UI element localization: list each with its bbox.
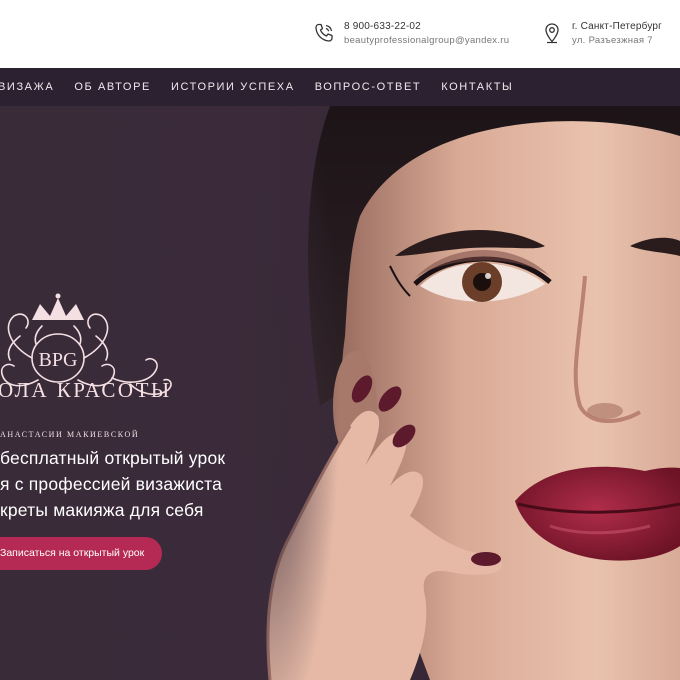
map-pin-icon	[545, 23, 559, 44]
brand-title: ОЛА КРАСОТЫ	[0, 378, 172, 402]
phone-number[interactable]: 8 900-633-22-02	[344, 20, 509, 33]
hero-line-3: креты макияжа для себя	[0, 500, 204, 520]
main-navigation: ВИЗАЖА ОБ АВТОРЕ ИСТОРИИ УСПЕХА ВОПРОС-О…	[0, 68, 680, 106]
phone-icon	[315, 23, 333, 42]
hero-line-1: бесплатный открытый урок	[0, 448, 226, 468]
nav-item-visage[interactable]: ВИЗАЖА	[0, 81, 54, 93]
phone-contact[interactable]: 8 900-633-22-02 beautyprofessionalgroup@…	[312, 20, 509, 48]
nav-item-contacts[interactable]: КОНТАКТЫ	[441, 81, 513, 93]
nav-item-faq[interactable]: ВОПРОС-ОТВЕТ	[315, 81, 422, 93]
hero-line-2: я с профессией визажиста	[0, 474, 223, 494]
email-link[interactable]: beautyprofessionalgroup@yandex.ru	[344, 34, 509, 48]
brand-subtitle: АНАСТАСИИ МАКИЕВСКОЙ	[0, 430, 140, 439]
hero-section: BPG ОЛА КРАСОТЫ АНАСТАСИИ МАКИЕВСКОЙ бес…	[0, 106, 680, 680]
model-portrait-image	[250, 106, 680, 680]
nav-item-about-author[interactable]: ОБ АВТОРЕ	[74, 81, 151, 93]
city-text: г. Санкт-Петербург	[572, 21, 663, 32]
signup-open-lesson-button[interactable]: Записаться на открытый урок	[0, 537, 163, 570]
nav-item-success-stories[interactable]: ИСТОРИИ УСПЕХА	[171, 81, 295, 93]
logo-monogram: BPG	[39, 349, 78, 371]
address-contact: г. Санкт-Петербург ул. Разъезжная 7	[540, 20, 662, 48]
street-text: ул. Разъезжная 7	[572, 35, 653, 46]
site-header: 8 900-633-22-02 beautyprofessionalgroup@…	[0, 0, 680, 68]
